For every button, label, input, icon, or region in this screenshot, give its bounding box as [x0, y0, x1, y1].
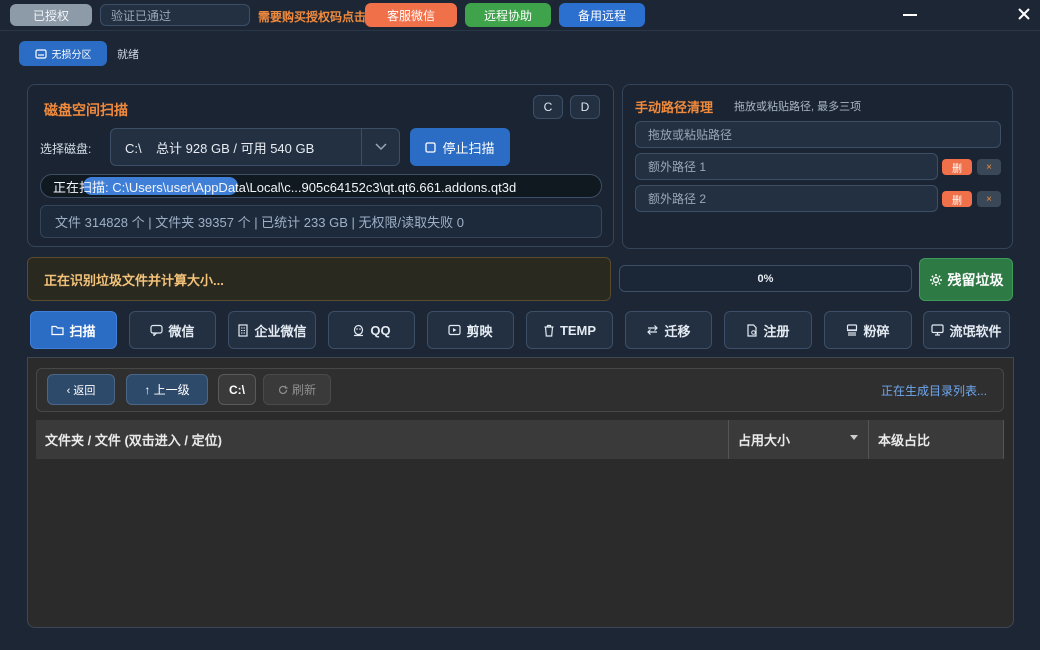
table-header: 文件夹 / 文件 (双击进入 / 定位) 占用大小 本级占比	[36, 420, 1004, 459]
category-rogue-software[interactable]: 流氓软件	[923, 311, 1010, 349]
column-header-ratio[interactable]: 本级占比	[869, 420, 1004, 459]
category-label: 扫描	[69, 323, 96, 339]
shredder-icon	[846, 323, 858, 337]
column-name-label: 文件夹 / 文件 (双击进入 / 定位)	[45, 433, 222, 448]
category-label: 剪映	[466, 323, 493, 339]
refresh-icon	[278, 385, 288, 395]
current-drive-button[interactable]: C:\	[218, 374, 256, 405]
monitor-icon	[931, 324, 945, 336]
category-jianying[interactable]: 剪映	[427, 311, 514, 349]
close-icon[interactable]	[1014, 4, 1034, 24]
category-label: 粉碎	[863, 323, 890, 339]
delete-path-2-button[interactable]: 删	[942, 191, 972, 207]
gear-icon	[929, 273, 943, 287]
clear-path-2-button[interactable]: ×	[977, 191, 1001, 207]
extra-path-1-input[interactable]: 额外路径 1	[635, 153, 938, 180]
category-label: 流氓软件	[949, 323, 1002, 339]
building-icon	[237, 323, 249, 337]
trash-icon	[543, 324, 555, 337]
column-ratio-label: 本级占比	[878, 433, 931, 448]
category-migrate[interactable]: 迁移	[625, 311, 712, 349]
remote-assist-button[interactable]: 远程协助	[465, 3, 551, 27]
folder-icon	[51, 324, 65, 336]
clear-path-1-button[interactable]: ×	[977, 159, 1001, 175]
customer-service-button[interactable]: 客服微信	[365, 3, 457, 27]
scan-stats: 文件 314828 个 | 文件夹 39357 个 | 已统计 233 GB |…	[40, 205, 602, 238]
stop-scan-label: 停止扫描	[442, 140, 495, 156]
topbar-divider	[0, 30, 1040, 31]
category-wecom[interactable]: 企业微信	[228, 311, 316, 349]
category-label: TEMP	[559, 322, 597, 338]
file-browser: ‹ 返回 ↑ 上一级 C:\ 刷新 正在生成目录列表... 文件夹 / 文件 (…	[27, 357, 1014, 628]
column-size-label: 占用大小	[738, 433, 791, 448]
path-drop-input[interactable]: 拖放或粘贴路径	[635, 121, 1001, 148]
disk-icon	[34, 48, 47, 60]
disk-scan-panel: 磁盘空间扫描 C D 选择磁盘: C:\ 总计 928 GB / 可用 540 …	[27, 84, 614, 247]
category-shred[interactable]: 粉碎	[824, 311, 912, 349]
scan-panel-title: 磁盘空间扫描	[44, 102, 128, 118]
path-panel-hint: 拖放或粘贴路径, 最多三项	[734, 101, 862, 113]
minimize-icon[interactable]	[900, 4, 920, 24]
app-status-text: 就绪	[117, 49, 139, 61]
sort-desc-icon	[850, 435, 858, 440]
column-header-name[interactable]: 文件夹 / 文件 (双击进入 / 定位)	[36, 420, 729, 459]
scanning-path-text: 正在扫描: C:\Users\user\AppData\Local\c...90…	[53, 179, 517, 195]
browser-status: 正在生成目录列表...	[880, 384, 987, 398]
refresh-button[interactable]: 刷新	[263, 374, 331, 405]
video-icon	[448, 324, 462, 336]
category-label: 注册	[763, 323, 790, 339]
category-label: QQ	[370, 322, 391, 338]
lossless-partition-button[interactable]: 无损分区	[19, 41, 107, 66]
transfer-icon	[646, 324, 659, 336]
stop-scan-button[interactable]: 停止扫描	[410, 128, 510, 166]
residual-junk-label: 残留垃圾	[947, 271, 1004, 288]
disk-select-label: 选择磁盘:	[40, 142, 92, 156]
category-temp[interactable]: TEMP	[526, 311, 613, 349]
category-wechat[interactable]: 微信	[129, 311, 216, 349]
scanning-path-display: 正在扫描: C:\Users\user\AppData\Local\c...90…	[40, 174, 602, 198]
refresh-label: 刷新	[291, 383, 316, 397]
registry-icon	[746, 323, 758, 337]
category-label: 迁移	[664, 323, 691, 339]
path-panel-title: 手动路径清理	[635, 100, 714, 115]
authorized-button[interactable]: 已授权	[10, 4, 92, 26]
category-qq[interactable]: QQ	[328, 311, 415, 349]
category-label: 企业微信	[254, 323, 307, 339]
category-scan[interactable]: 扫描	[30, 311, 117, 349]
junk-status-bar: 正在识别垃圾文件并计算大小...	[27, 257, 611, 301]
drive-c-button[interactable]: C	[533, 95, 563, 119]
residual-junk-button[interactable]: 残留垃圾	[919, 258, 1013, 301]
category-label: 微信	[168, 323, 195, 339]
chat-icon	[150, 324, 164, 336]
browser-nav-bar: ‹ 返回 ↑ 上一级 C:\ 刷新 正在生成目录列表...	[36, 368, 1004, 412]
chevron-down-icon[interactable]	[361, 129, 399, 165]
progress-bar: 0%	[619, 265, 912, 292]
buy-license-hint[interactable]: 需要购买授权码点击	[258, 8, 366, 25]
drive-d-button[interactable]: D	[570, 95, 600, 119]
disk-select-value: C:\ 总计 928 GB / 可用 540 GB	[125, 140, 315, 156]
partition-label: 无损分区	[51, 50, 92, 61]
manual-path-panel: 手动路径清理 拖放或粘贴路径, 最多三项 拖放或粘贴路径 额外路径 1 删 × …	[622, 84, 1013, 249]
penguin-icon	[352, 324, 365, 337]
column-header-size[interactable]: 占用大小	[729, 420, 869, 459]
category-registry[interactable]: 注册	[724, 311, 812, 349]
delete-path-1-button[interactable]: 删	[942, 159, 972, 175]
stop-icon	[425, 141, 437, 153]
back-button[interactable]: ‹ 返回	[47, 374, 115, 405]
disk-select-dropdown[interactable]: C:\ 总计 928 GB / 可用 540 GB	[110, 128, 400, 166]
backup-remote-button[interactable]: 备用远程	[559, 3, 645, 27]
extra-path-2-input[interactable]: 额外路径 2	[635, 185, 938, 212]
up-level-button[interactable]: ↑ 上一级	[126, 374, 208, 405]
license-verify-field[interactable]: 验证已通过	[100, 4, 250, 26]
